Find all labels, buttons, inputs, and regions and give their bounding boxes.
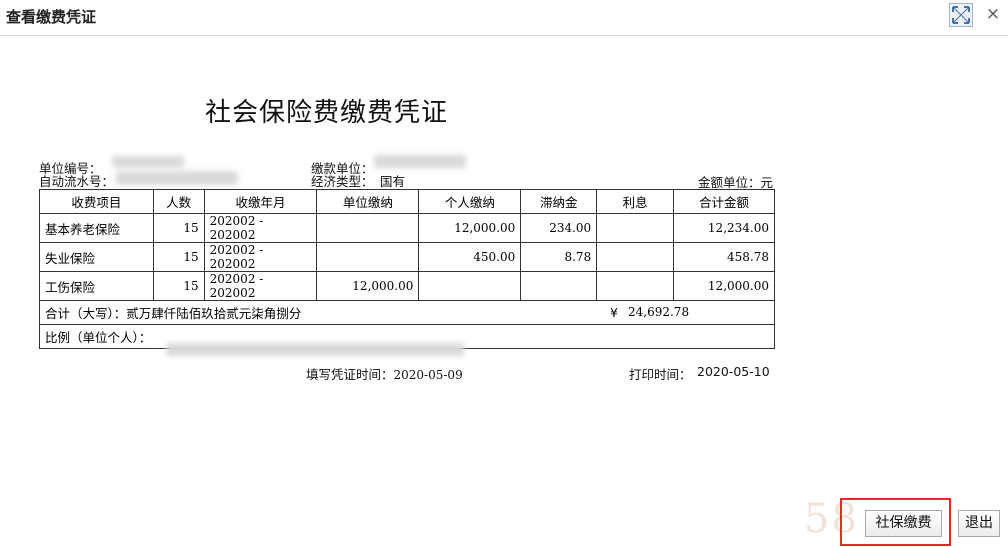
cell-headcount: 15 — [152, 271, 205, 301]
cell-item: 工伤保险 — [39, 271, 154, 301]
total-amount: 24,692.78 — [628, 305, 690, 319]
total-row: 合计（大写）：贰万肆仟陆佰玖拾贰元柒角捌分 ¥ 24,692.78 — [39, 300, 775, 325]
economic-type-value: 国有 — [380, 174, 406, 189]
cell-personal-paid: 450.00 — [418, 242, 522, 272]
redacted-serial-number — [116, 171, 238, 185]
dialog-titlebar: 查看缴费凭证 × — [0, 0, 1008, 36]
redacted-unit-code — [112, 156, 184, 168]
dialog-title: 查看缴费凭证 — [6, 8, 97, 26]
exit-button[interactable]: 退出 — [958, 510, 1000, 537]
header-late-fee: 滞纳金 — [520, 189, 598, 214]
table-row: 基本养老保险 15 202002 - 202002 12,000.00 234.… — [39, 213, 775, 243]
cell-item: 失业保险 — [39, 242, 154, 272]
header-total: 合计金额 — [673, 189, 775, 214]
fill-time: 填写凭证时间：2020-05-09 — [306, 364, 463, 383]
cell-total: 12,234.00 — [673, 213, 775, 243]
ratio-row: 比例（单位个人）： — [39, 324, 775, 356]
payment-voucher-table: 收费项目 人数 收缴年月 单位缴纳 个人缴纳 滞纳金 利息 合计金额 基本养老保… — [39, 189, 775, 356]
fill-time-label: 填写凭证时间： — [306, 367, 394, 382]
header-headcount: 人数 — [152, 189, 205, 214]
fill-time-value: 2020-05-09 — [393, 368, 463, 382]
cell-late-fee: 234.00 — [520, 213, 598, 243]
print-time-label: 打印时间： — [629, 367, 692, 382]
redacted-payer-name — [374, 155, 466, 168]
header-personal-paid: 个人缴纳 — [418, 189, 522, 214]
header-interest: 利息 — [596, 189, 675, 214]
redacted-ratio — [166, 343, 464, 356]
table-header-row: 收费项目 人数 收缴年月 单位缴纳 个人缴纳 滞纳金 利息 合计金额 — [39, 189, 775, 214]
cell-period: 202002 - 202002 — [203, 242, 318, 272]
total-cell: 合计（大写）：贰万肆仟陆佰玖拾贰元柒角捌分 ¥ 24,692.78 — [39, 300, 775, 325]
cell-interest — [596, 213, 675, 243]
header-item: 收费项目 — [39, 189, 154, 214]
cell-late-fee: 8.78 — [520, 242, 598, 272]
cell-personal-paid: 12,000.00 — [418, 213, 522, 243]
cell-headcount: 15 — [152, 213, 205, 243]
currency-symbol: ¥ — [610, 305, 618, 320]
social-insurance-pay-button[interactable]: 社保缴费 — [865, 510, 942, 537]
total-in-words: 合计（大写）：贰万肆仟陆佰玖拾贰元柒角捌分 — [45, 306, 302, 321]
cell-employer-paid — [316, 213, 420, 243]
maximize-icon[interactable] — [949, 3, 973, 27]
cell-employer-paid: 12,000.00 — [316, 271, 420, 301]
cell-period: 202002 - 202002 — [203, 213, 318, 243]
cell-total: 458.78 — [673, 242, 775, 272]
ratio-cell: 比例（单位个人）： — [39, 324, 775, 356]
table-row: 工伤保险 15 202002 - 202002 12,000.00 12,000… — [39, 271, 775, 301]
table-row: 失业保险 15 202002 - 202002 450.00 8.78 458.… — [39, 242, 775, 272]
cell-late-fee — [520, 271, 598, 301]
cell-employer-paid — [316, 242, 420, 272]
header-employer-paid: 单位缴纳 — [316, 189, 420, 214]
close-icon[interactable]: × — [982, 2, 1004, 26]
header-period: 收缴年月 — [203, 189, 318, 214]
cell-headcount: 15 — [152, 242, 205, 272]
cell-period: 202002 - 202002 — [203, 271, 318, 301]
print-time-value: 2020-05-10 — [697, 364, 770, 379]
cell-personal-paid — [418, 271, 522, 301]
serial-number-label: 自动流水号： — [39, 174, 115, 189]
print-time: 打印时间： — [629, 364, 692, 383]
document-title: 社会保险费缴费凭证 — [205, 98, 449, 128]
cell-total: 12,000.00 — [673, 271, 775, 301]
cell-item: 基本养老保险 — [39, 213, 154, 243]
ratio-label: 比例（单位个人）： — [45, 330, 152, 345]
economic-type-label: 经济类型： — [311, 174, 374, 189]
cell-interest — [596, 242, 675, 272]
cell-interest — [596, 271, 675, 301]
